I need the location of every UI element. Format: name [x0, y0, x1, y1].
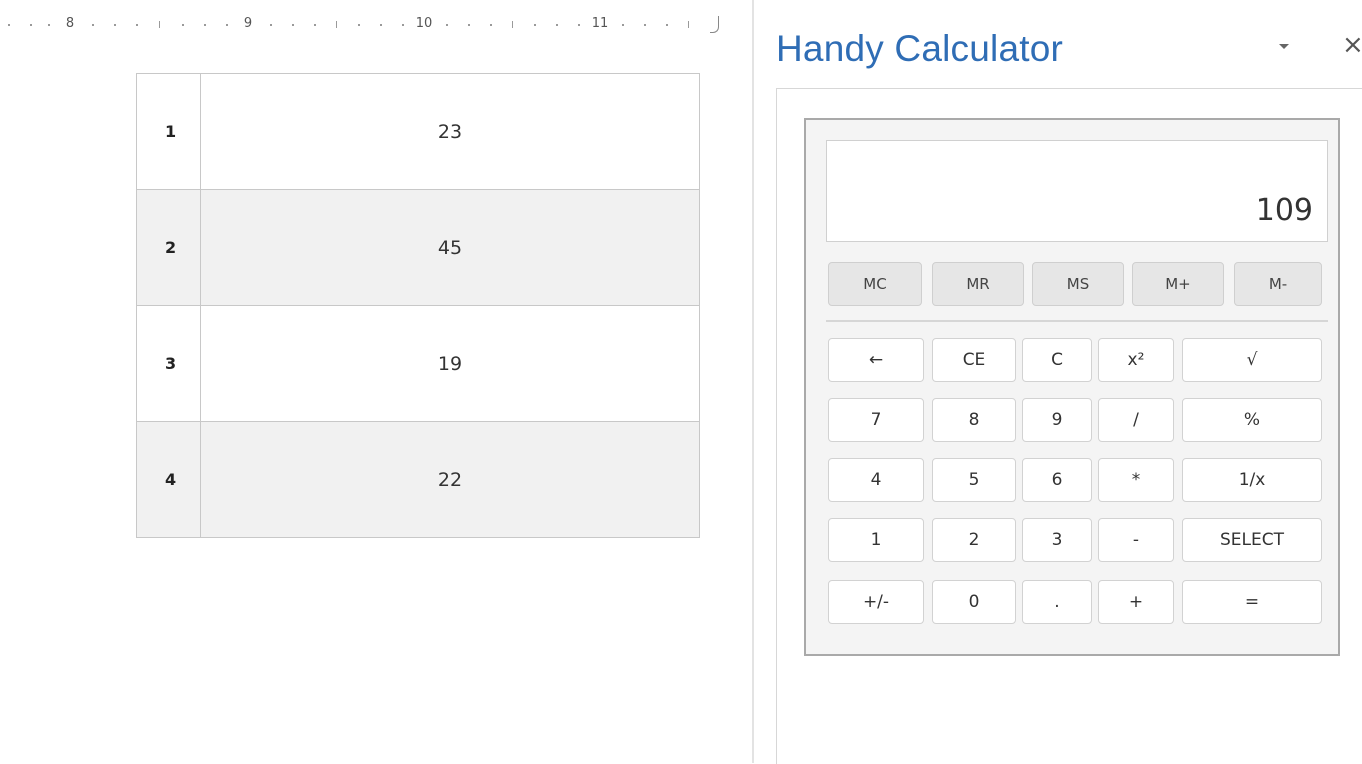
digit-6-button[interactable]: 6: [1022, 458, 1092, 502]
select-button[interactable]: SELECT: [1182, 518, 1322, 562]
multiply-button[interactable]: *: [1098, 458, 1174, 502]
ruler-dot: [622, 24, 624, 26]
ruler-dot: [380, 24, 382, 26]
clear-button[interactable]: C: [1022, 338, 1092, 382]
right-indent-marker[interactable]: [710, 16, 719, 33]
backspace-button[interactable]: ←: [828, 338, 924, 382]
ruler-dot: [8, 24, 10, 26]
ruler-dot: [48, 24, 50, 26]
table-cell-value[interactable]: 19: [200, 305, 700, 422]
digit-1-button[interactable]: 1: [828, 518, 924, 562]
table-row: 2 45: [136, 189, 700, 306]
ruler-dot: [314, 24, 316, 26]
digit-2-button[interactable]: 2: [932, 518, 1016, 562]
ruler-dot: [490, 24, 492, 26]
percent-button[interactable]: %: [1182, 398, 1322, 442]
table-cell-index[interactable]: 4: [136, 421, 201, 538]
ruler-dot: [468, 24, 470, 26]
calculator: 109 MC MR MS M+ M- ← CE C x² √ 7 8 9 / %…: [804, 118, 1340, 656]
memory-subtract-button[interactable]: M-: [1234, 262, 1322, 306]
ruler-dot: [402, 24, 404, 26]
digit-4-button[interactable]: 4: [828, 458, 924, 502]
divide-button[interactable]: /: [1098, 398, 1174, 442]
ruler-dot: [556, 24, 558, 26]
ruler-number-10: 10: [415, 16, 433, 31]
ruler-number-11: 11: [591, 16, 609, 31]
ruler-dot: [30, 24, 32, 26]
table-row: 1 23: [136, 73, 700, 190]
table-cell-value[interactable]: 45: [200, 189, 700, 306]
digit-7-button[interactable]: 7: [828, 398, 924, 442]
add-button[interactable]: +: [1098, 580, 1174, 624]
memory-recall-button[interactable]: MR: [932, 262, 1024, 306]
table-cell-index[interactable]: 2: [136, 189, 201, 306]
ruler-dot: [92, 24, 94, 26]
square-root-button[interactable]: √: [1182, 338, 1322, 382]
negate-button[interactable]: +/-: [828, 580, 924, 624]
calculator-display: 109: [826, 140, 1328, 242]
square-button[interactable]: x²: [1098, 338, 1174, 382]
ruler-dot: [204, 24, 206, 26]
memory-store-button[interactable]: MS: [1032, 262, 1124, 306]
ruler-dot: [644, 24, 646, 26]
table-cell-value[interactable]: 23: [200, 73, 700, 190]
table-cell-index[interactable]: 1: [136, 73, 201, 190]
dropdown-arrow-icon[interactable]: [1274, 38, 1294, 52]
ruler-dot: [446, 24, 448, 26]
memory-clear-button[interactable]: MC: [828, 262, 922, 306]
subtract-button[interactable]: -: [1098, 518, 1174, 562]
ruler-dot: [358, 24, 360, 26]
table-cell-value[interactable]: 22: [200, 421, 700, 538]
ruler-dot: [226, 24, 228, 26]
ruler-dot: [534, 24, 536, 26]
table-cell-index[interactable]: 3: [136, 305, 201, 422]
decimal-point-button[interactable]: .: [1022, 580, 1092, 624]
ruler-number-8: 8: [65, 16, 75, 31]
ruler-tick: [688, 21, 689, 28]
equals-button[interactable]: =: [1182, 580, 1322, 624]
ruler-dot: [578, 24, 580, 26]
memory-add-button[interactable]: M+: [1132, 262, 1224, 306]
digit-8-button[interactable]: 8: [932, 398, 1016, 442]
ruler-dot: [136, 24, 138, 26]
ruler-tick: [336, 21, 337, 28]
ruler-dot: [270, 24, 272, 26]
digit-3-button[interactable]: 3: [1022, 518, 1092, 562]
digit-0-button[interactable]: 0: [932, 580, 1016, 624]
calculator-separator: [826, 320, 1328, 322]
ruler-tick: [159, 21, 160, 28]
pane-title: Handy Calculator: [776, 28, 1064, 69]
clear-entry-button[interactable]: CE: [932, 338, 1016, 382]
document-table: 1 23 2 45 3 19 4 22: [136, 73, 700, 538]
ruler-dot: [292, 24, 294, 26]
ruler-dot: [182, 24, 184, 26]
ruler-dot: [666, 24, 668, 26]
ruler-number-9: 9: [243, 16, 253, 31]
digit-5-button[interactable]: 5: [932, 458, 1016, 502]
reciprocal-button[interactable]: 1/x: [1182, 458, 1322, 502]
close-icon[interactable]: ×: [1342, 30, 1362, 60]
table-row: 3 19: [136, 305, 700, 422]
document-area: 8 9 10 11 1 23 2 45 3 19 4 22: [0, 0, 752, 763]
horizontal-ruler: 8 9 10 11: [0, 10, 724, 40]
table-row: 4 22: [136, 421, 700, 538]
ruler-dot: [114, 24, 116, 26]
ruler-tick: [512, 21, 513, 28]
digit-9-button[interactable]: 9: [1022, 398, 1092, 442]
